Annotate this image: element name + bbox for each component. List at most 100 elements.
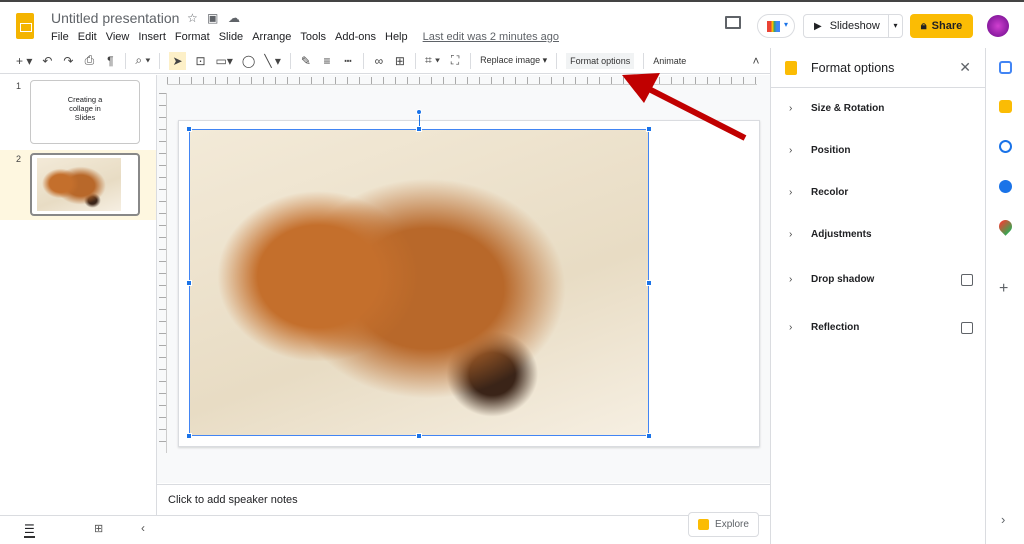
slideshow-dropdown[interactable]: ▾ (888, 15, 902, 37)
menu-view[interactable]: View (106, 31, 130, 43)
vertical-ruler (159, 93, 167, 453)
chevron-right-icon: › (789, 274, 793, 285)
section-label: Recolor (811, 187, 849, 198)
menu-addons[interactable]: Add-ons (335, 31, 376, 43)
menu-help[interactable]: Help (385, 31, 408, 43)
slideshow-button[interactable]: ▶ Slideshow ▾ (803, 14, 903, 38)
slide-number: 2 (16, 154, 22, 164)
slide-number: 1 (16, 81, 22, 91)
panel-title: Format options (811, 60, 895, 75)
menu-file[interactable]: File (51, 31, 69, 43)
reset-image-icon[interactable]: ⛶ (449, 53, 461, 68)
section-reflection[interactable]: › Reflection (789, 321, 979, 334)
section-size-rotation[interactable]: › Size & Rotation (789, 103, 979, 114)
explore-button[interactable]: Explore (688, 512, 759, 537)
chevron-right-icon: › (789, 145, 793, 156)
move-folder-icon[interactable]: ▣ (207, 11, 218, 25)
share-label: Share (931, 20, 963, 32)
animate-button[interactable]: Animate (653, 56, 686, 66)
menu-insert[interactable]: Insert (138, 31, 166, 43)
section-position[interactable]: › Position (789, 145, 979, 156)
bottom-bar: ☰ ⊞ ‹ (0, 515, 770, 544)
close-icon[interactable]: ✕ (959, 59, 971, 76)
avatar[interactable] (987, 15, 1009, 37)
chevron-right-icon: › (789, 229, 793, 240)
section-recolor[interactable]: › Recolor (789, 187, 979, 198)
format-options-panel: Format options ✕ › Size & Rotation › Posit… (770, 48, 985, 544)
select-icon[interactable]: ➤ (169, 51, 186, 70)
line-icon[interactable]: ╲ ▾ (264, 54, 281, 68)
menu-format[interactable]: Format (175, 31, 210, 43)
replace-image-button[interactable]: Replace image ▾ (480, 55, 547, 66)
menu-tools[interactable]: Tools (300, 31, 326, 43)
last-edit-link[interactable]: Last edit was 2 minutes ago (423, 31, 559, 43)
meet-button[interactable]: ▾ (757, 14, 795, 38)
slide-thumbnail-2[interactable] (30, 153, 140, 216)
panel-header: Format options ✕ (771, 48, 985, 88)
print-icon[interactable]: ⎙ (83, 53, 95, 68)
comments-icon[interactable] (725, 16, 741, 29)
new-slide-icon[interactable]: + ▾ (16, 54, 32, 68)
expand-panel-icon[interactable]: › (1001, 512, 1005, 527)
document-title[interactable]: Untitled presentation (51, 10, 179, 26)
shape-icon[interactable]: ◯ (242, 54, 255, 68)
add-addon-icon[interactable]: + (999, 280, 1008, 298)
meet-icon (767, 21, 780, 32)
divider (470, 52, 472, 69)
zoom-icon[interactable]: ⌕ ▾ (135, 53, 150, 68)
keep-icon[interactable] (999, 100, 1012, 113)
resize-handle[interactable] (186, 433, 192, 439)
slide-thumbnail-1[interactable]: Creating a collage in Slides (30, 80, 140, 144)
divider (125, 52, 127, 69)
border-color-icon[interactable]: ✎ (300, 54, 312, 68)
speaker-notes[interactable]: Click to add speaker notes (157, 484, 770, 515)
divider (414, 52, 416, 69)
explore-label: Explore (715, 519, 749, 530)
drop-shadow-checkbox[interactable] (961, 273, 973, 286)
redo-icon[interactable]: ↷ (62, 54, 74, 68)
undo-icon[interactable]: ↶ (41, 54, 53, 68)
menu-slide[interactable]: Slide (219, 31, 243, 43)
tasks-icon[interactable] (999, 140, 1012, 153)
explore-icon (698, 519, 710, 530)
section-drop-shadow[interactable]: › Drop shadow (789, 273, 979, 286)
border-dash-icon[interactable]: ┅ (342, 54, 354, 68)
lock-icon: 🔒︎ (920, 19, 927, 32)
image-icon[interactable]: ▭▾ (216, 54, 233, 68)
format-paint-icon (785, 60, 797, 75)
resize-handle[interactable] (416, 433, 422, 439)
text-box-icon[interactable]: ⊡ (195, 54, 207, 68)
arrow-head (622, 73, 660, 103)
crop-icon[interactable]: ⌗ ▾ (425, 53, 440, 68)
paint-format-icon[interactable]: ¶ (104, 54, 116, 68)
resize-handle[interactable] (646, 280, 652, 286)
grid-view-icon[interactable]: ⊞ (94, 522, 103, 535)
reflection-checkbox[interactable] (961, 321, 973, 334)
resize-handle[interactable] (186, 126, 192, 132)
divider (362, 52, 364, 69)
collapse-filmstrip-icon[interactable]: ‹ (141, 521, 145, 535)
calendar-icon[interactable] (999, 61, 1012, 74)
rotate-handle[interactable] (416, 109, 422, 115)
star-icon[interactable]: ☆ (187, 11, 198, 25)
thumbnail-image (37, 158, 121, 211)
menu-edit[interactable]: Edit (78, 31, 97, 43)
slides-logo-icon[interactable] (16, 13, 34, 39)
section-adjustments[interactable]: › Adjustments (789, 229, 979, 240)
filmstrip-view-icon[interactable]: ☰ (24, 522, 35, 538)
puppy-image[interactable] (186, 109, 652, 439)
contacts-icon[interactable] (999, 180, 1012, 193)
resize-handle[interactable] (416, 126, 422, 132)
resize-handle[interactable] (646, 433, 652, 439)
resize-handle[interactable] (186, 280, 192, 286)
section-label: Drop shadow (811, 274, 875, 285)
link-icon[interactable]: ∞ (373, 54, 385, 68)
share-button[interactable]: 🔒︎ Share (910, 14, 973, 38)
cloud-status-icon[interactable]: ☁ (228, 11, 240, 25)
slide-thumbnail-text: Creating a collage in Slides (67, 95, 103, 122)
comment-add-icon[interactable]: ⊞ (394, 54, 406, 68)
section-label: Size & Rotation (811, 103, 885, 114)
border-weight-icon[interactable]: ≡ (321, 54, 333, 68)
menu-arrange[interactable]: Arrange (252, 31, 291, 43)
maps-icon[interactable] (996, 217, 1015, 236)
